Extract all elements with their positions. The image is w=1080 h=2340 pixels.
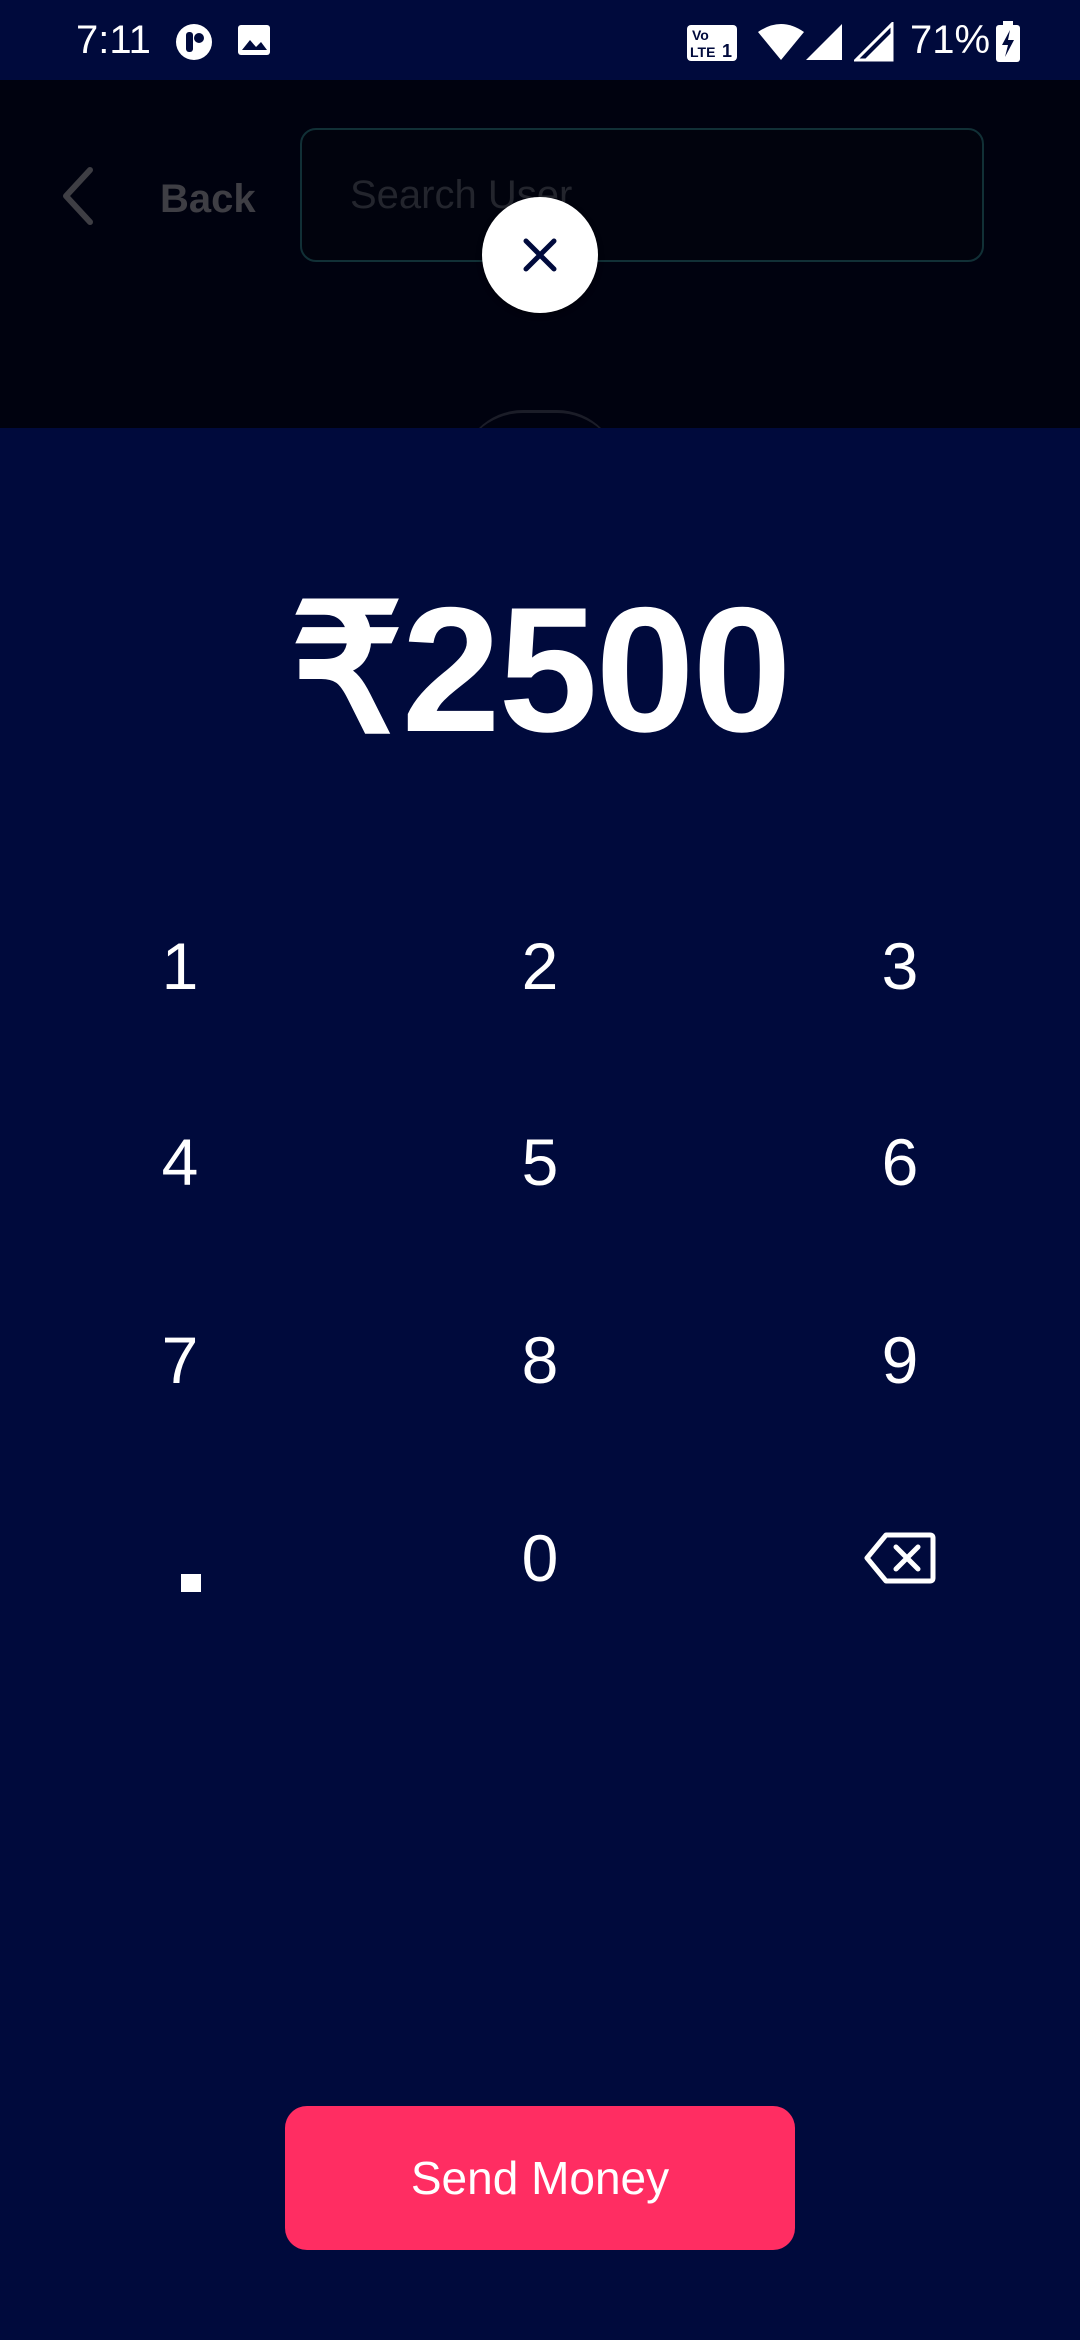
key-0[interactable]: 0	[420, 1478, 660, 1638]
gallery-icon	[238, 25, 270, 55]
key-backspace[interactable]	[780, 1478, 1020, 1638]
decimal-point-icon	[181, 1574, 201, 1592]
key-8[interactable]: 8	[420, 1280, 660, 1440]
wifi-icon	[758, 24, 804, 60]
status-time: 7:11	[76, 18, 151, 62]
search-user-input: Search User	[300, 128, 984, 262]
svg-text:1: 1	[722, 41, 732, 61]
battery-percent: 71%	[910, 18, 991, 62]
send-money-button[interactable]: Send Money	[285, 2106, 795, 2250]
key-1[interactable]: 1	[60, 886, 300, 1046]
key-9[interactable]: 9	[780, 1280, 1020, 1440]
signal-icon	[854, 22, 894, 62]
close-icon	[523, 238, 557, 272]
signal-icon	[806, 24, 842, 60]
key-5[interactable]: 5	[420, 1082, 660, 1242]
svg-text:LTE: LTE	[690, 44, 715, 60]
status-bar: 7:11 Vo LTE 1 71%	[0, 0, 1080, 80]
send-money-sheet: ₹2500 1 2 3 4 5 6 7 8 9 0 Send Money	[0, 428, 1080, 2340]
battery-charging-icon	[996, 21, 1020, 62]
app-notification-icon	[176, 24, 212, 60]
volte-icon: Vo LTE 1	[687, 25, 737, 61]
amount-display: ₹2500	[290, 570, 791, 769]
key-7[interactable]: 7	[60, 1280, 300, 1440]
back-button-label: Back	[160, 177, 256, 221]
close-button[interactable]	[482, 197, 598, 313]
screen: 7:11 Vo LTE 1 71% Back Search User ₹2500…	[0, 0, 1080, 2340]
backspace-icon	[864, 1532, 936, 1584]
svg-text:Vo: Vo	[692, 27, 709, 43]
back-chevron-icon	[63, 167, 93, 225]
key-3[interactable]: 3	[780, 886, 1020, 1046]
key-6[interactable]: 6	[780, 1082, 1020, 1242]
key-4[interactable]: 4	[60, 1082, 300, 1242]
key-2[interactable]: 2	[420, 886, 660, 1046]
key-decimal[interactable]	[60, 1478, 300, 1638]
